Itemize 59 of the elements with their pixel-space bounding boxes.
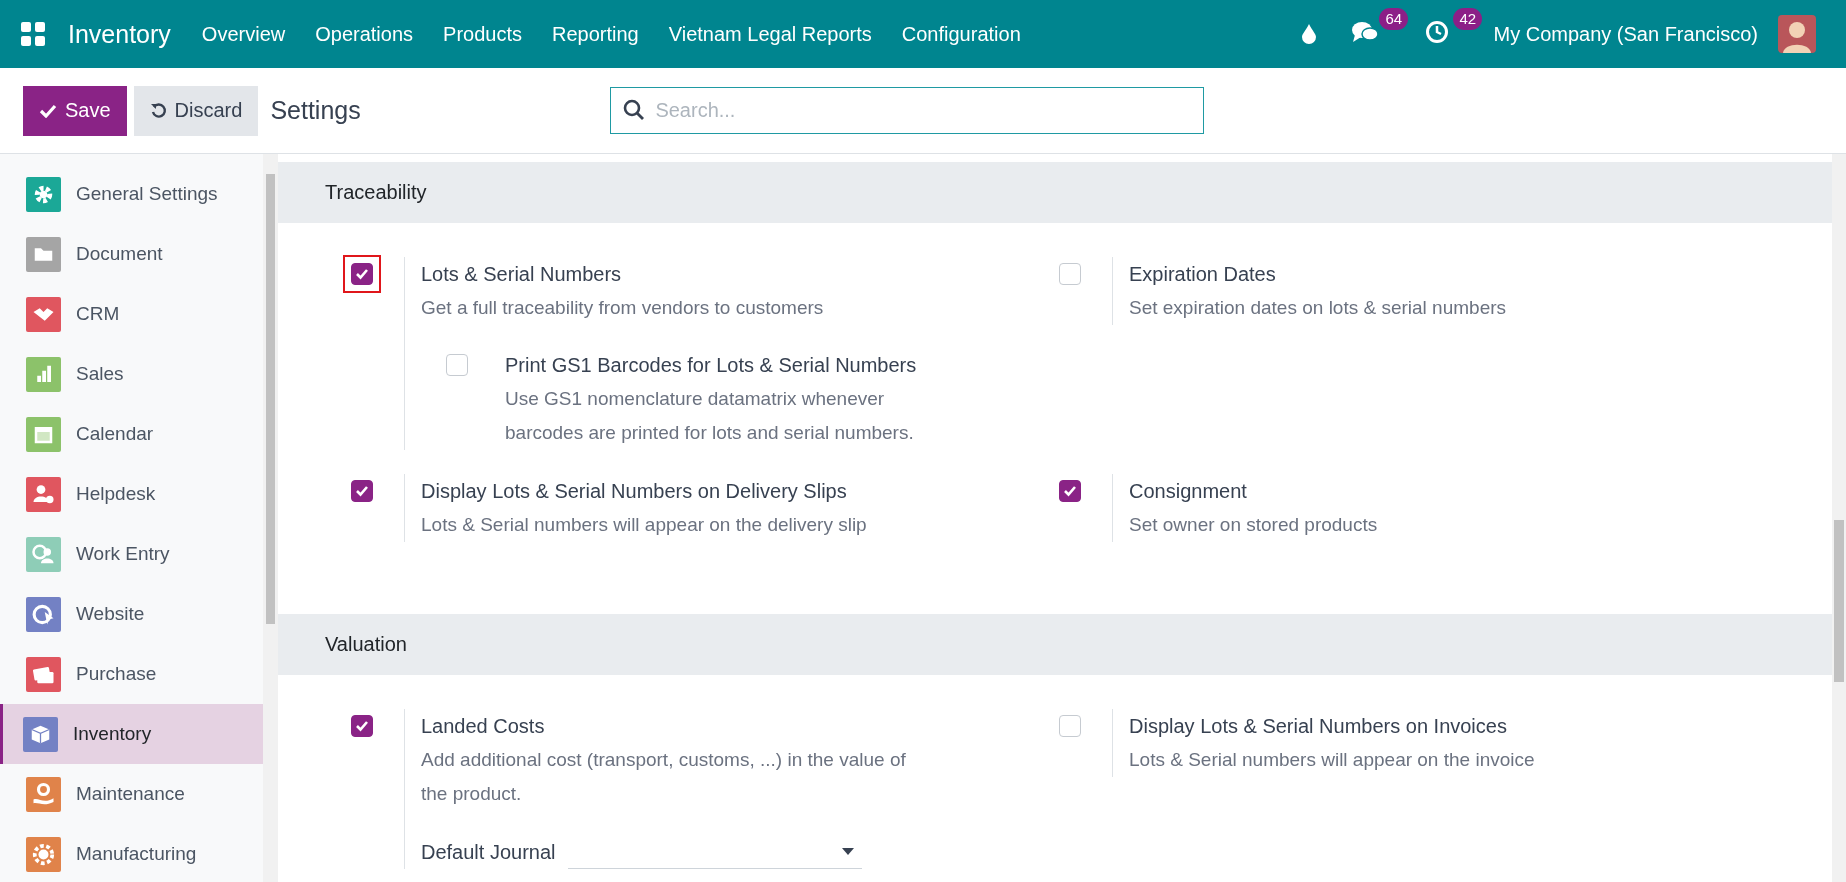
- menu-item[interactable]: Operations: [300, 22, 429, 46]
- menu-item[interactable]: Vietnam Legal Reports: [653, 22, 887, 46]
- check-icon: [355, 268, 369, 280]
- message-count-badge: 64: [1379, 7, 1409, 30]
- menu-item[interactable]: Products: [428, 22, 537, 46]
- discard-button[interactable]: Discard: [133, 85, 259, 136]
- avatar-icon[interactable]: [1778, 15, 1816, 53]
- check-icon: [355, 720, 369, 732]
- check-icon: [39, 103, 57, 118]
- setting-title: Display Lots & Serial Numbers on Invoices: [1129, 714, 1508, 739]
- sidebar-item[interactable]: Work Entry: [0, 524, 263, 584]
- caret-icon: [841, 848, 854, 855]
- setting-title: Lots & Serial Numbers: [421, 262, 623, 287]
- sidebar-item[interactable]: Purchase: [0, 644, 263, 704]
- setting-title: Expiration Dates: [1129, 262, 1277, 287]
- setting-title: Consignment: [1129, 479, 1248, 504]
- undo-icon: [149, 102, 167, 119]
- app-title[interactable]: Inventory: [68, 19, 171, 49]
- setting-description: Use GS1 nomenclature datamatrix whenever barcodes are printed for lots and serial numbers.: [505, 387, 915, 445]
- scrollbar[interactable]: [1832, 154, 1846, 882]
- setting-description: Lots & Serial numbers will appear on the invoice: [1129, 748, 1536, 772]
- sidebar-item[interactable]: Sales: [0, 344, 263, 404]
- setting-description: Get a full traceability from vendors to customers: [421, 296, 825, 320]
- menu-item[interactable]: Configuration: [886, 22, 1036, 46]
- drop-icon[interactable]: [1301, 23, 1318, 45]
- checkbox[interactable]: [351, 715, 373, 737]
- sidebar-item[interactable]: Document: [0, 224, 263, 284]
- sidebar-item[interactable]: General Settings: [0, 164, 263, 224]
- setting-title: Print GS1 Barcodes for Lots & Serial Numbers: [505, 353, 918, 378]
- setting-description: Lots & Serial numbers will appear on the delivery slip: [421, 513, 868, 537]
- checkbox[interactable]: [351, 480, 373, 502]
- check-icon: [1063, 485, 1077, 497]
- company-switcher[interactable]: My Company (San Francisco): [1493, 22, 1758, 46]
- page-title: Settings: [270, 96, 362, 125]
- menu-item[interactable]: Overview: [186, 22, 301, 46]
- setting-description: Add additional cost (transport, customs, ...) in the value of the product.: [421, 748, 907, 806]
- search-field[interactable]: Search...: [610, 87, 1205, 134]
- sidebar-item[interactable]: Manufacturing: [0, 824, 263, 882]
- section-header: Valuation: [278, 614, 1832, 675]
- field-label: Default Journal: [421, 840, 556, 865]
- setting-title: Display Lots & Serial Numbers on Delivery Slips: [421, 479, 848, 504]
- apps-menu-icon[interactable]: [20, 21, 46, 47]
- activity-count-badge: 42: [1453, 7, 1483, 30]
- scrollbar[interactable]: [263, 154, 278, 882]
- checkbox[interactable]: [351, 263, 373, 285]
- sidebar-item[interactable]: Helpdesk: [0, 464, 263, 524]
- sidebar-item[interactable]: Inventory: [0, 704, 263, 764]
- checkbox[interactable]: [1059, 480, 1081, 502]
- check-icon: [355, 485, 369, 497]
- menu-item[interactable]: Reporting: [537, 22, 654, 46]
- setting-title: Landed Costs: [421, 714, 546, 739]
- sidebar-item[interactable]: Maintenance: [0, 764, 263, 824]
- save-button[interactable]: Save: [23, 85, 127, 136]
- sidebar-item[interactable]: CRM: [0, 284, 263, 344]
- sidebar-item[interactable]: Website: [0, 584, 263, 644]
- section-header: Traceability: [278, 162, 1832, 223]
- setting-description: Set owner on stored products: [1129, 513, 1379, 537]
- setting-description: Set expiration dates on lots & serial numbers: [1129, 296, 1508, 320]
- sidebar-item[interactable]: Calendar: [0, 404, 263, 464]
